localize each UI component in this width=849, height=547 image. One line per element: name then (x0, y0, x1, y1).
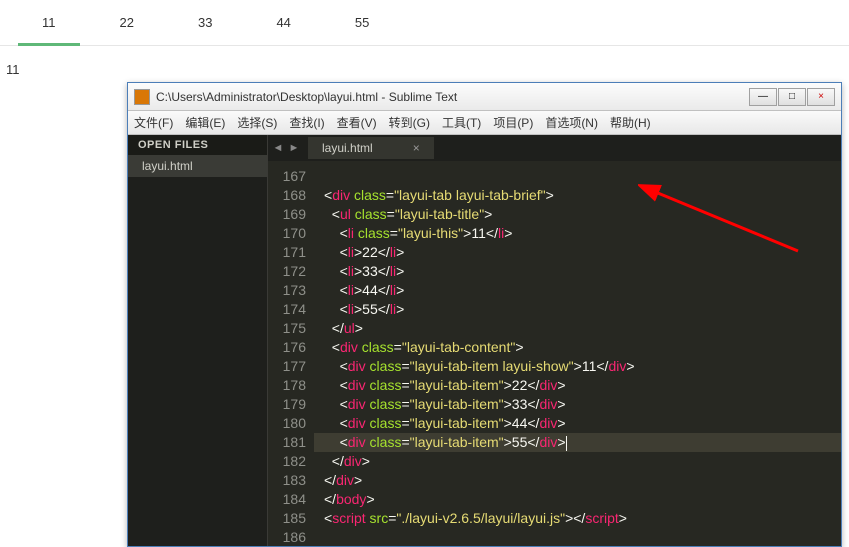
menu-item[interactable]: 查看(V) (337, 114, 377, 131)
menu-item[interactable]: 查找(I) (289, 114, 324, 131)
code-content[interactable]: <div class="layui-tab layui-tab-brief"> … (314, 161, 841, 546)
file-tab-close-icon[interactable]: × (413, 141, 420, 155)
line-number: 175 (272, 319, 306, 338)
code-line[interactable]: <li>33</li> (314, 262, 841, 281)
line-number: 174 (272, 300, 306, 319)
minimize-button[interactable]: — (749, 88, 777, 106)
line-number: 179 (272, 395, 306, 414)
window-title: C:\Users\Administrator\Desktop\layui.htm… (156, 90, 749, 104)
tab-11[interactable]: 11 (18, 0, 80, 46)
maximize-button[interactable]: □ (778, 88, 806, 106)
code-line[interactable]: <div class="layui-tab-item">44</div> (314, 414, 841, 433)
code-area[interactable]: 1671681691701711721731741751761771781791… (268, 161, 841, 546)
line-number: 169 (272, 205, 306, 224)
tab-next-icon[interactable]: ► (286, 140, 302, 156)
line-number: 172 (272, 262, 306, 281)
code-line[interactable]: <div class="layui-tab-item">33</div> (314, 395, 841, 414)
code-line[interactable]: <div class="layui-tab-item">22</div> (314, 376, 841, 395)
line-number: 183 (272, 471, 306, 490)
code-line[interactable]: <li class="layui-this">11</li> (314, 224, 841, 243)
line-number: 185 (272, 509, 306, 528)
tab-22[interactable]: 22 (96, 0, 158, 46)
code-line[interactable] (314, 528, 841, 546)
line-number: 182 (272, 452, 306, 471)
line-number: 170 (272, 224, 306, 243)
tab-content-text: 11 (0, 46, 849, 77)
menu-item[interactable]: 文件(F) (134, 114, 173, 131)
code-line[interactable]: <li>44</li> (314, 281, 841, 300)
line-number: 184 (272, 490, 306, 509)
file-tab[interactable]: layui.html × (308, 137, 435, 159)
line-number: 180 (272, 414, 306, 433)
menu-item[interactable]: 首选项(N) (545, 114, 598, 131)
line-number: 177 (272, 357, 306, 376)
menu-item[interactable]: 帮助(H) (610, 114, 651, 131)
code-line[interactable]: <div class="layui-tab-item layui-show">1… (314, 357, 841, 376)
code-line[interactable]: </ul> (314, 319, 841, 338)
code-line[interactable]: <div class="layui-tab-item">55</div> (314, 433, 841, 452)
sidebar-header: OPEN FILES (128, 135, 267, 155)
code-line[interactable]: <ul class="layui-tab-title"> (314, 205, 841, 224)
tab-55[interactable]: 55 (331, 0, 393, 46)
code-line[interactable]: <div class="layui-tab-content"> (314, 338, 841, 357)
line-number: 171 (272, 243, 306, 262)
tab-33[interactable]: 33 (174, 0, 236, 46)
code-line[interactable]: <li>22</li> (314, 243, 841, 262)
layui-tab-bar: 11 22 33 44 55 (0, 0, 849, 46)
editor-main: ◄ ► layui.html × 16716816917017117217317… (268, 135, 841, 546)
menu-item[interactable]: 选择(S) (237, 114, 277, 131)
line-gutter: 1671681691701711721731741751761771781791… (268, 161, 314, 546)
menu-item[interactable]: 项目(P) (493, 114, 533, 131)
sublime-icon (134, 89, 150, 105)
menu-item[interactable]: 工具(T) (442, 114, 481, 131)
line-number: 167 (272, 167, 306, 186)
line-number: 178 (272, 376, 306, 395)
line-number: 181 (272, 433, 306, 452)
code-line[interactable]: <div class="layui-tab layui-tab-brief"> (314, 186, 841, 205)
code-line[interactable]: <script src="./layui-v2.6.5/layui/layui.… (314, 509, 841, 528)
line-number: 176 (272, 338, 306, 357)
code-line[interactable]: </body> (314, 490, 841, 509)
menubar: 文件(F) 编辑(E) 选择(S) 查找(I) 查看(V) 转到(G) 工具(T) 项目(P)… (128, 111, 841, 135)
code-line[interactable]: </div> (314, 471, 841, 490)
tab-prev-icon[interactable]: ◄ (270, 140, 286, 156)
line-number: 186 (272, 528, 306, 546)
code-line[interactable] (314, 167, 841, 186)
code-line[interactable]: <li>55</li> (314, 300, 841, 319)
editor-body: OPEN FILES layui.html ◄ ► layui.html × 1… (128, 135, 841, 546)
line-number: 168 (272, 186, 306, 205)
tab-44[interactable]: 44 (252, 0, 314, 46)
close-button[interactable]: × (807, 88, 835, 106)
code-line[interactable]: </div> (314, 452, 841, 471)
editor-tabbar: ◄ ► layui.html × (268, 135, 841, 161)
line-number: 173 (272, 281, 306, 300)
titlebar[interactable]: C:\Users\Administrator\Desktop\layui.htm… (128, 83, 841, 111)
sidebar: OPEN FILES layui.html (128, 135, 268, 546)
sidebar-file-item[interactable]: layui.html (128, 155, 267, 177)
file-tab-label: layui.html (322, 141, 373, 155)
menu-item[interactable]: 编辑(E) (185, 114, 225, 131)
menu-item[interactable]: 转到(G) (389, 114, 430, 131)
sublime-window: C:\Users\Administrator\Desktop\layui.htm… (127, 82, 842, 547)
